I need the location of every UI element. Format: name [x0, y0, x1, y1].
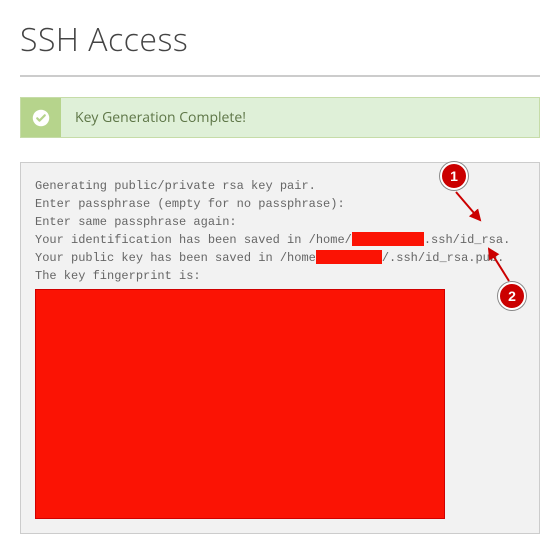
terminal-line: Enter passphrase (empty for no passphras… — [35, 195, 525, 213]
terminal-line: Your identification has been saved in /h… — [35, 231, 525, 249]
alert-message: Key Generation Complete! — [61, 98, 260, 137]
check-icon — [21, 98, 61, 137]
success-alert: Key Generation Complete! — [20, 97, 540, 138]
terminal-output: Generating public/private rsa key pair. … — [20, 162, 540, 534]
terminal-line: The key fingerprint is: — [35, 267, 525, 285]
redaction-block — [35, 289, 445, 519]
terminal-line: Enter same passphrase again: — [35, 213, 525, 231]
terminal-line: Your public key has been saved in /home/… — [35, 249, 525, 267]
page-title: SSH Access — [20, 0, 540, 77]
annotation-badge-1: 1 — [440, 162, 468, 190]
redaction-block — [352, 232, 424, 246]
annotation-badge-2: 2 — [498, 282, 526, 310]
redaction-block — [316, 250, 382, 264]
